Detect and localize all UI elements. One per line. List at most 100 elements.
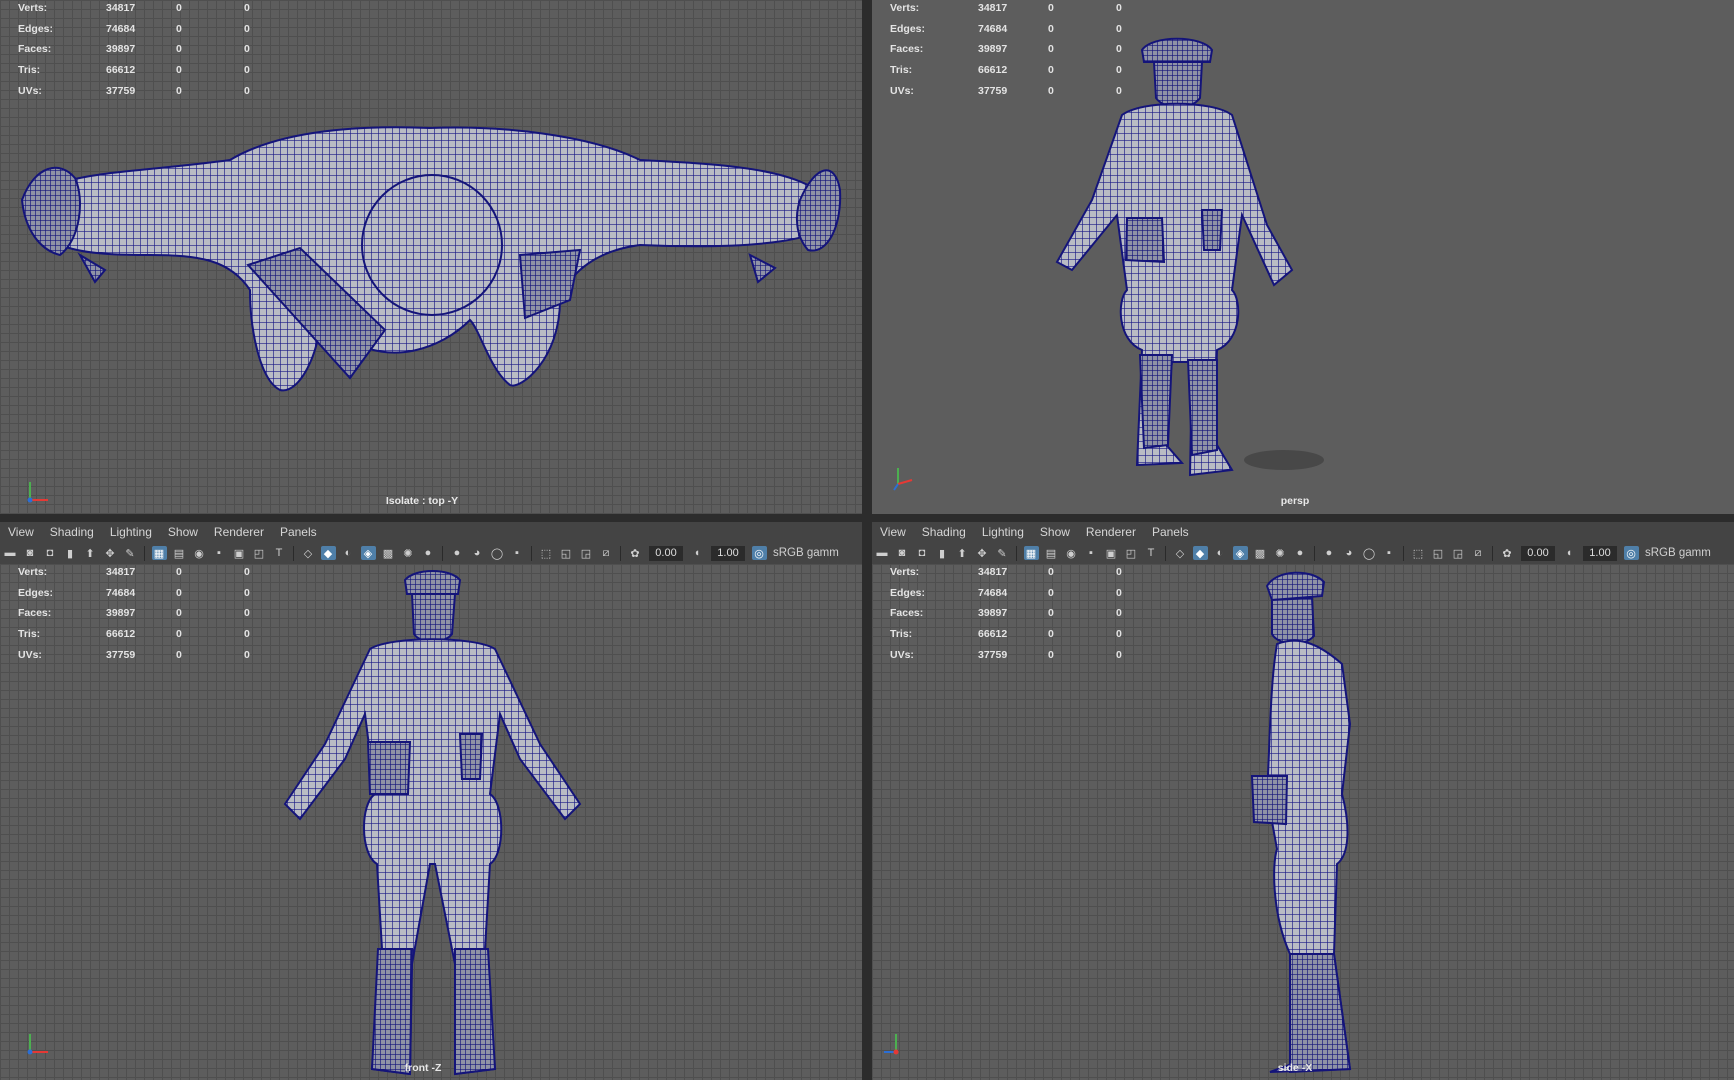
character-mesh-persp[interactable] — [872, 0, 1734, 514]
menu-item-lighting[interactable]: Lighting — [102, 525, 160, 539]
safe-title-icon[interactable]: T — [272, 546, 287, 560]
resolution-gate-icon[interactable]: ◉ — [1064, 546, 1079, 560]
screen-space-ao-icon[interactable]: ● — [450, 546, 465, 560]
gamma-icon[interactable]: ◖ — [690, 546, 705, 560]
depth-of-field-icon[interactable]: ▪ — [1382, 546, 1397, 560]
gate-mask-icon[interactable]: ▪ — [1084, 546, 1099, 560]
toolbar-divider — [1165, 545, 1166, 561]
gate-mask-icon[interactable]: ▪ — [212, 546, 227, 560]
isolate-icon[interactable]: ⬚ — [1411, 546, 1426, 560]
pencil-icon[interactable]: ✎ — [123, 546, 138, 560]
menu-item-show[interactable]: Show — [160, 525, 206, 539]
menu-item-renderer[interactable]: Renderer — [1078, 525, 1144, 539]
xray-components-icon[interactable]: ⧄ — [1471, 546, 1486, 560]
image-plane-icon[interactable]: ⬆ — [83, 546, 98, 560]
exposure-field[interactable]: 0.00 — [1521, 545, 1555, 561]
anti-aliasing-icon[interactable]: ◯ — [1362, 546, 1377, 560]
move-icon[interactable]: ✥ — [103, 546, 118, 560]
grid-icon[interactable]: ▦ — [151, 546, 167, 560]
panel-menu-bar: View Shading Lighting Show Renderer Pane… — [872, 522, 1734, 542]
xray-components-icon[interactable]: ⧄ — [599, 546, 614, 560]
panel-divider-horizontal[interactable] — [0, 514, 1734, 522]
xray-joints-icon[interactable]: ◲ — [579, 546, 594, 560]
color-management-icon[interactable]: ◎ — [1623, 546, 1639, 560]
xray-joints-icon[interactable]: ◲ — [1451, 546, 1466, 560]
pencil-icon[interactable]: ✎ — [995, 546, 1010, 560]
camera-icon[interactable]: ▬ — [3, 546, 18, 560]
safe-action-icon[interactable]: ◰ — [1124, 546, 1139, 560]
safe-action-icon[interactable]: ◰ — [252, 546, 267, 560]
film-gate-icon[interactable]: ▤ — [1044, 546, 1059, 560]
menu-item-panels[interactable]: Panels — [272, 525, 325, 539]
wireframe-on-shaded-icon[interactable]: ◈ — [360, 546, 376, 560]
safe-title-icon[interactable]: T — [1144, 546, 1159, 560]
motion-blur-icon[interactable]: ◕ — [1342, 546, 1357, 560]
menu-item-view[interactable]: View — [872, 525, 914, 539]
menu-item-lighting[interactable]: Lighting — [974, 525, 1032, 539]
character-mesh-front[interactable] — [0, 564, 864, 1080]
textured-icon[interactable]: ▩ — [1253, 546, 1268, 560]
camera-icon[interactable]: ▬ — [875, 546, 890, 560]
camera-label: persp — [1280, 495, 1310, 507]
character-mesh-top[interactable] — [0, 0, 862, 514]
camera-attributes-icon[interactable]: ◘ — [43, 546, 58, 560]
isolate-icon[interactable]: ⬚ — [539, 546, 554, 560]
move-icon[interactable]: ✥ — [975, 546, 990, 560]
smooth-shade-icon[interactable]: ◆ — [1192, 546, 1208, 560]
textured-icon[interactable]: ▩ — [381, 546, 396, 560]
color-space-label[interactable]: sRGB gamm — [773, 547, 839, 559]
panel-menu-bar: View Shading Lighting Show Renderer Pane… — [0, 522, 864, 542]
color-space-label[interactable]: sRGB gamm — [1645, 547, 1711, 559]
resolution-gate-icon[interactable]: ◉ — [192, 546, 207, 560]
viewport-side[interactable]: Verts: 34817 0 0 Edges: 74684 0 0 Faces: 39897 0… — [872, 564, 1734, 1080]
xray-icon[interactable]: ◱ — [1431, 546, 1446, 560]
light-icon[interactable]: ✺ — [1273, 546, 1288, 560]
menu-item-show[interactable]: Show — [1032, 525, 1078, 539]
smooth-shade-icon[interactable]: ◆ — [320, 546, 336, 560]
viewport-persp[interactable]: Verts: 34817 0 0 Edges: 74684 0 0 Faces: 39897 0… — [872, 0, 1734, 514]
field-chart-icon[interactable]: ▣ — [232, 546, 247, 560]
toolbar-divider — [1403, 545, 1404, 561]
gamma-icon[interactable]: ◖ — [1562, 546, 1577, 560]
motion-blur-icon[interactable]: ◕ — [470, 546, 485, 560]
color-management-icon[interactable]: ◎ — [751, 546, 767, 560]
light-icon[interactable]: ✺ — [401, 546, 416, 560]
menu-item-shading[interactable]: Shading — [42, 525, 102, 539]
axis-gizmo-icon — [27, 1034, 48, 1055]
toolbar-divider — [1492, 545, 1493, 561]
viewport-front[interactable]: Verts: 34817 0 0 Edges: 74684 0 0 Faces: 39897 0… — [0, 564, 864, 1080]
xray-icon[interactable]: ◱ — [559, 546, 574, 560]
exposure-field[interactable]: 0.00 — [649, 545, 683, 561]
screen-space-ao-icon[interactable]: ● — [1322, 546, 1337, 560]
gamma-field[interactable]: 1.00 — [1583, 545, 1617, 561]
menu-item-shading[interactable]: Shading — [914, 525, 974, 539]
default-material-icon[interactable]: ◐ — [1213, 546, 1228, 560]
lock-camera-icon[interactable]: ◙ — [23, 546, 38, 560]
default-material-icon[interactable]: ◐ — [341, 546, 356, 560]
menu-item-panels[interactable]: Panels — [1144, 525, 1197, 539]
grid-icon[interactable]: ▦ — [1023, 546, 1039, 560]
exposure-icon[interactable]: ✿ — [1500, 546, 1515, 560]
wireframe-on-shaded-icon[interactable]: ◈ — [1232, 546, 1248, 560]
bookmark-icon[interactable]: ▮ — [63, 546, 78, 560]
lock-camera-icon[interactable]: ◙ — [895, 546, 910, 560]
depth-of-field-icon[interactable]: ▪ — [510, 546, 525, 560]
anti-aliasing-icon[interactable]: ◯ — [490, 546, 505, 560]
character-mesh-side[interactable] — [872, 564, 1734, 1080]
axis-gizmo-icon — [27, 482, 48, 503]
wireframe-icon[interactable]: ◇ — [301, 546, 316, 560]
shadows-icon[interactable]: ● — [421, 546, 436, 560]
field-chart-icon[interactable]: ▣ — [1104, 546, 1119, 560]
wireframe-icon[interactable]: ◇ — [1173, 546, 1188, 560]
film-gate-icon[interactable]: ▤ — [172, 546, 187, 560]
panel-divider-vertical[interactable] — [862, 0, 872, 1080]
gamma-field[interactable]: 1.00 — [711, 545, 745, 561]
image-plane-icon[interactable]: ⬆ — [955, 546, 970, 560]
exposure-icon[interactable]: ✿ — [628, 546, 643, 560]
bookmark-icon[interactable]: ▮ — [935, 546, 950, 560]
viewport-top[interactable]: Verts: 34817 0 0 Edges: 74684 0 0 Faces: 39897 0… — [0, 0, 862, 514]
camera-attributes-icon[interactable]: ◘ — [915, 546, 930, 560]
shadows-icon[interactable]: ● — [1293, 546, 1308, 560]
menu-item-renderer[interactable]: Renderer — [206, 525, 272, 539]
menu-item-view[interactable]: View — [0, 525, 42, 539]
